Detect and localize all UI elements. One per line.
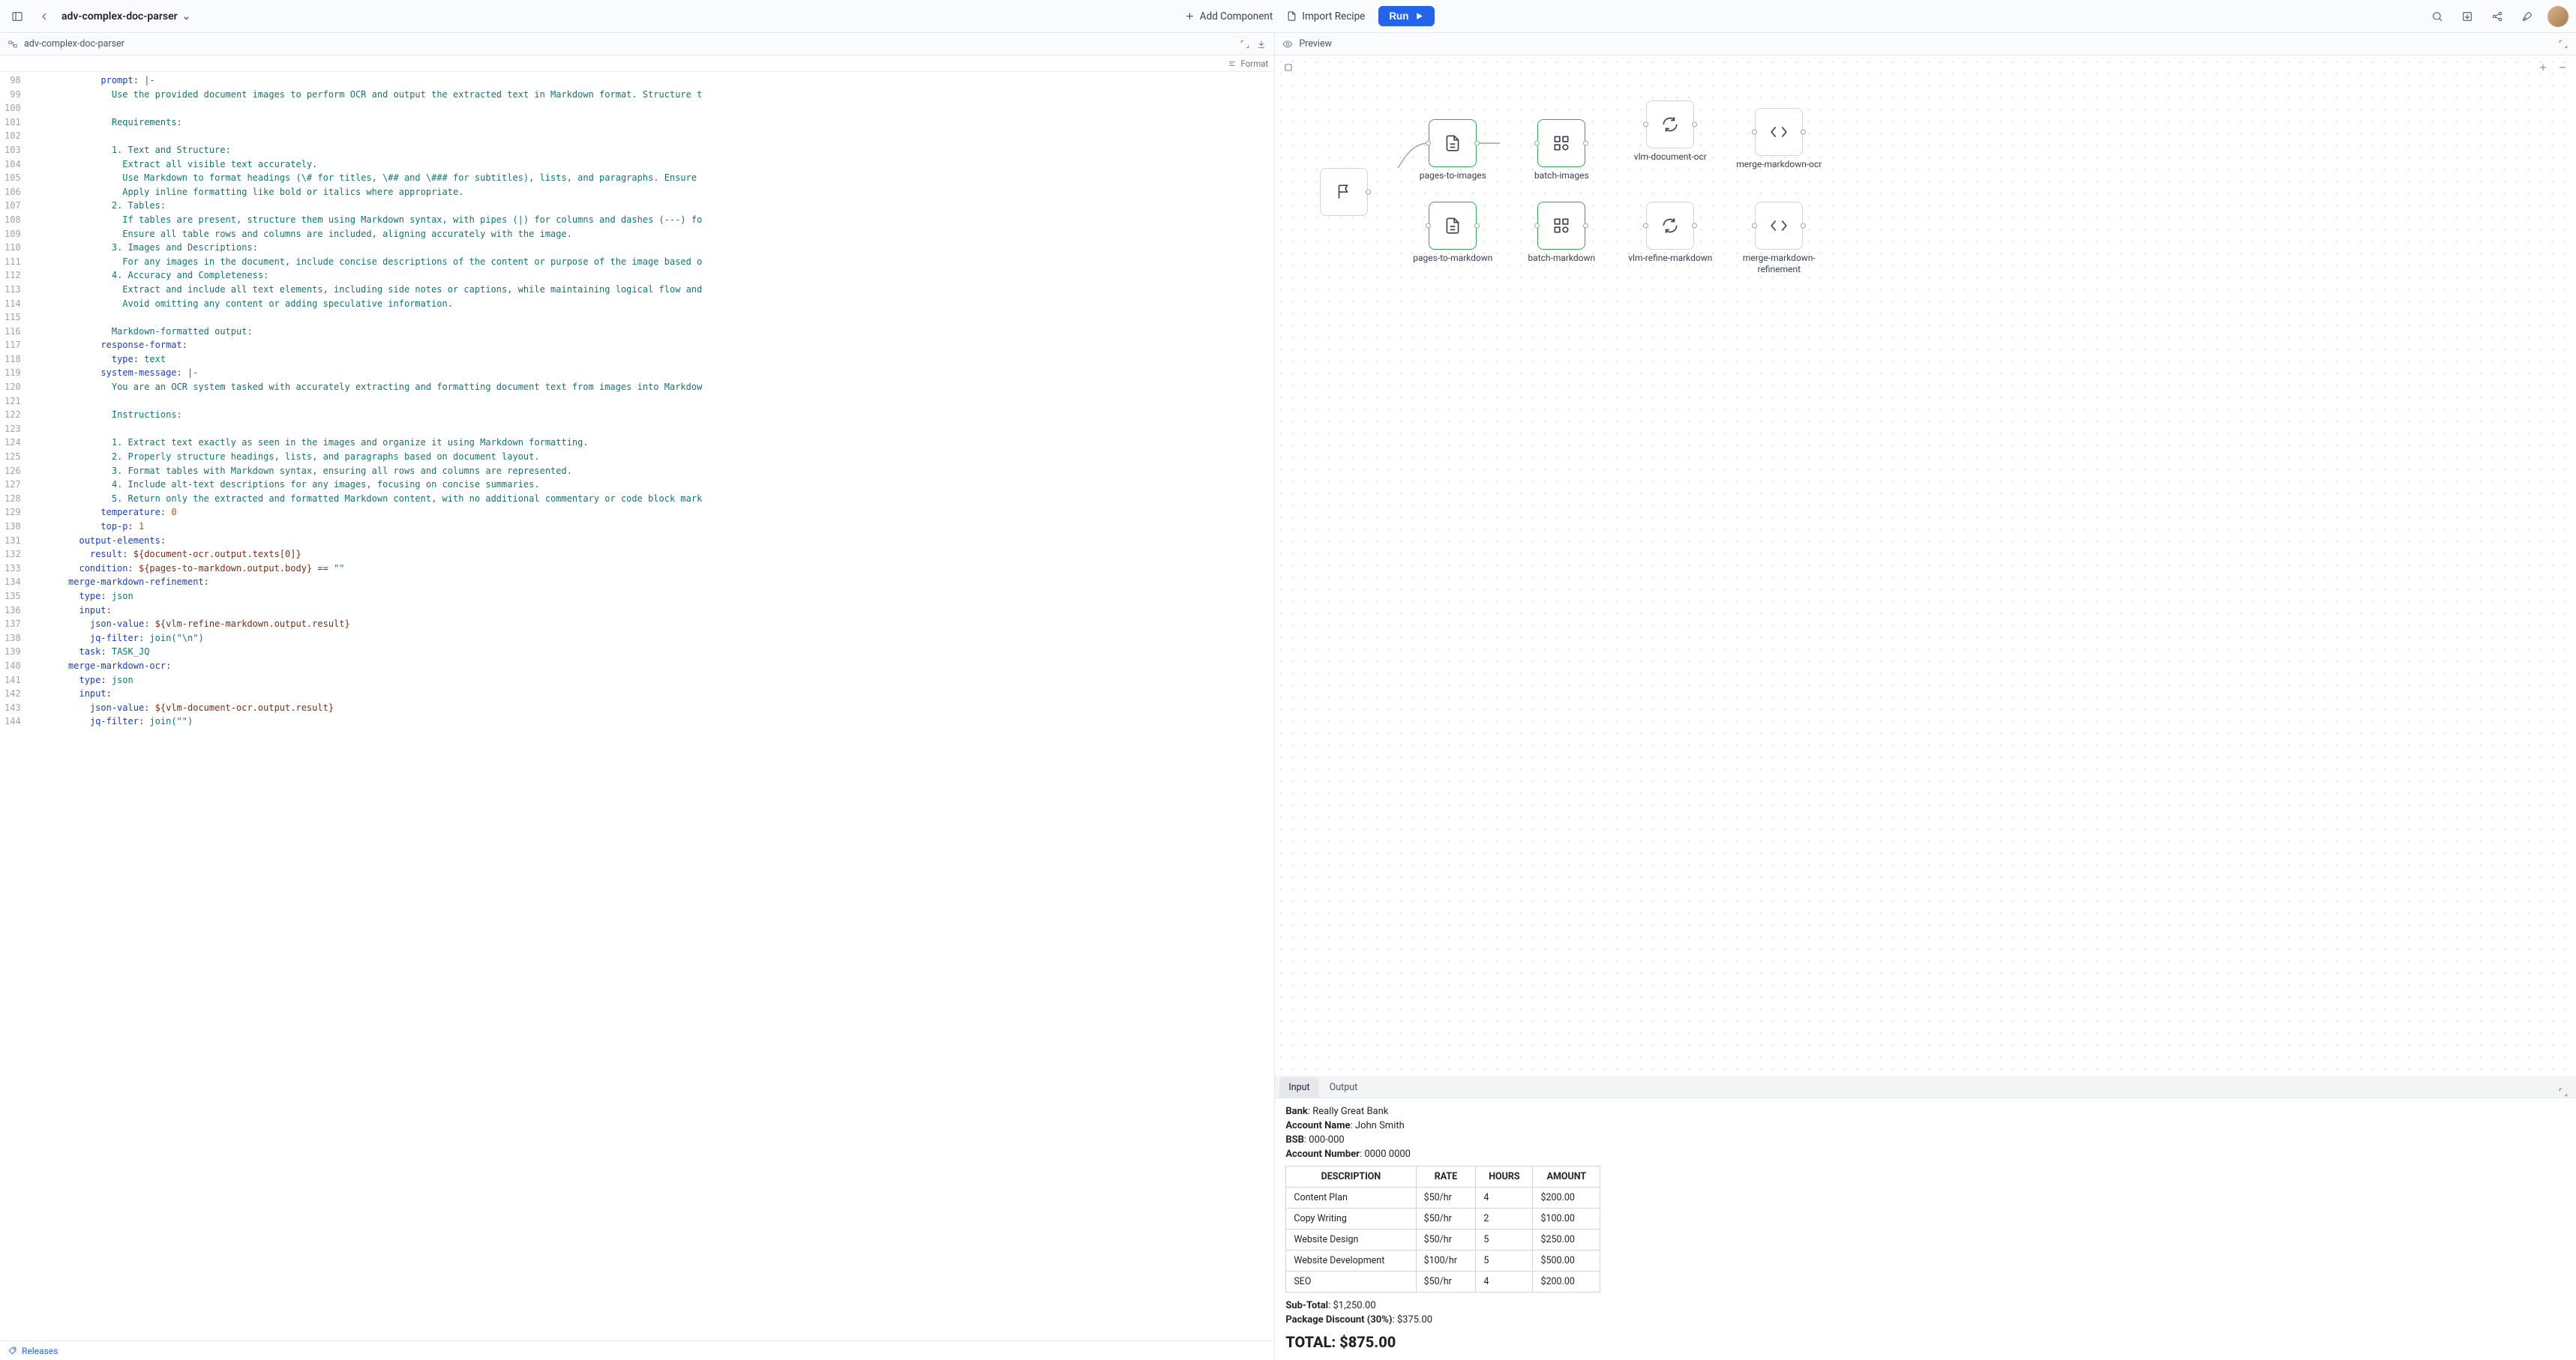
node-start[interactable] xyxy=(1320,168,1368,216)
add-component-button[interactable]: Add Component xyxy=(1184,10,1273,22)
node-label: pages-to-markdown xyxy=(1408,253,1498,264)
share-icon[interactable] xyxy=(2488,7,2507,26)
node-label: merge-markdown-refinement xyxy=(1734,253,1824,275)
save-icon[interactable] xyxy=(2458,7,2477,26)
page-title: adv-complex-doc-parser xyxy=(61,10,178,22)
io-expand-icon[interactable] xyxy=(2555,1087,2572,1098)
editor-tab-title: adv-complex-doc-parser xyxy=(24,38,124,49)
node-label: batch-images xyxy=(1516,170,1606,181)
breadcrumb[interactable]: adv-complex-doc-parser ⌄ xyxy=(61,10,190,22)
file-icon xyxy=(1286,10,1297,22)
tab-input[interactable]: Input xyxy=(1279,1077,1318,1098)
chevron-down-icon: ⌄ xyxy=(182,10,191,22)
pipeline-canvas[interactable]: pages-to-images pages-to-markdown batch-im… xyxy=(1275,55,2576,1076)
preview-expand-icon[interactable] xyxy=(2558,39,2569,49)
code-editor[interactable]: 9899100101102103104105106107108109110111… xyxy=(0,72,1274,1341)
canvas-zoom-out-icon[interactable] xyxy=(2555,60,2570,75)
node-merge-markdown-refinement[interactable] xyxy=(1755,202,1803,250)
canvas-fit-icon[interactable] xyxy=(1281,60,1296,75)
plus-icon xyxy=(1184,10,1195,22)
canvas-zoom-in-icon[interactable] xyxy=(2536,60,2551,75)
node-label: vlm-refine-markdown xyxy=(1625,253,1715,264)
node-pages-to-markdown[interactable] xyxy=(1429,202,1477,250)
run-button[interactable]: Run xyxy=(1378,6,1434,26)
node-vlm-refine-markdown[interactable] xyxy=(1646,202,1694,250)
expand-icon[interactable] xyxy=(1240,39,1250,49)
invoice-table: DESCRIPTIONRATEHOURSAMOUNT Content Plan$… xyxy=(1285,1166,1600,1293)
rocket-icon[interactable] xyxy=(2518,7,2537,26)
back-icon[interactable] xyxy=(34,7,54,26)
avatar[interactable] xyxy=(2548,6,2569,27)
tag-icon xyxy=(7,1346,17,1356)
node-batch-images[interactable] xyxy=(1537,119,1585,167)
format-button[interactable]: Format xyxy=(1241,58,1269,69)
panel-toggle-icon[interactable] xyxy=(7,7,27,26)
output-panel: Bank: Really Great Bank Account Name: Jo… xyxy=(1275,1098,2576,1360)
search-icon[interactable] xyxy=(2428,7,2447,26)
download-icon[interactable] xyxy=(1256,39,1267,49)
play-icon xyxy=(1414,11,1424,21)
node-vlm-document-ocr[interactable] xyxy=(1646,100,1694,148)
node-merge-markdown-ocr[interactable] xyxy=(1755,108,1803,156)
releases-button[interactable]: Releases xyxy=(0,1341,1274,1360)
preview-label: Preview xyxy=(1299,38,1332,49)
node-label: batch-markdown xyxy=(1516,253,1606,264)
node-pages-to-images[interactable] xyxy=(1429,119,1477,167)
node-label: pages-to-images xyxy=(1408,170,1498,181)
import-recipe-button[interactable]: Import Recipe xyxy=(1286,10,1365,22)
node-label: merge-markdown-ocr xyxy=(1734,159,1824,170)
node-label: vlm-document-ocr xyxy=(1625,151,1715,163)
eye-icon xyxy=(1282,39,1293,49)
format-icon xyxy=(1228,59,1237,68)
pipeline-icon xyxy=(7,39,18,49)
node-batch-markdown[interactable] xyxy=(1537,202,1585,250)
tab-output[interactable]: Output xyxy=(1321,1077,1367,1098)
